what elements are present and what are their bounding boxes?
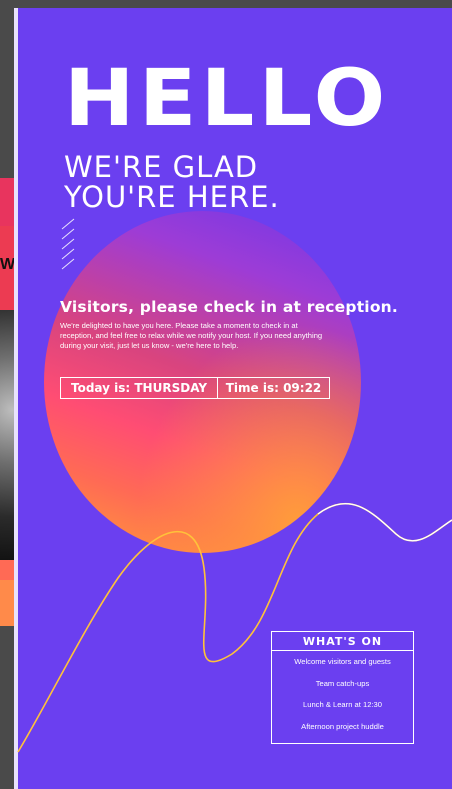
today-label: Today is: THURSDAY — [70, 381, 208, 395]
glad-line-2: YOU'RE HERE. — [64, 180, 280, 214]
whats-on-item: Team catch-ups — [315, 678, 370, 688]
date-time-box: Today is: THURSDAY Time is: 09:22 — [60, 377, 330, 399]
hello-heading: HELLO — [64, 54, 390, 144]
whats-on-item: Afternoon project huddle — [301, 721, 384, 731]
whats-on-item: Welcome visitors and guests — [294, 657, 391, 666]
glad-line-1: WE'RE GLAD — [64, 150, 259, 184]
background-partial-word: W — [0, 256, 15, 273]
time-label: Time is: 09:22 — [217, 378, 329, 398]
whats-on-box: WHAT'S ON Welcome visitors and guests Te… — [271, 631, 414, 744]
whats-on-list: Welcome visitors and guests Team catch-u… — [272, 651, 413, 737]
whats-on-title: WHAT'S ON — [272, 632, 413, 651]
glad-subheading: WE'RE GLAD YOU'RE HERE. — [64, 152, 280, 212]
panel-edge-highlight — [14, 8, 18, 789]
whats-on-item: Lunch & Learn at 12:30 — [303, 700, 382, 710]
hatch-lines-decoration — [61, 218, 75, 270]
checkin-heading: Visitors, please check in at reception. — [60, 298, 398, 316]
checkin-description: We're delighted to have you here. Please… — [60, 321, 323, 350]
